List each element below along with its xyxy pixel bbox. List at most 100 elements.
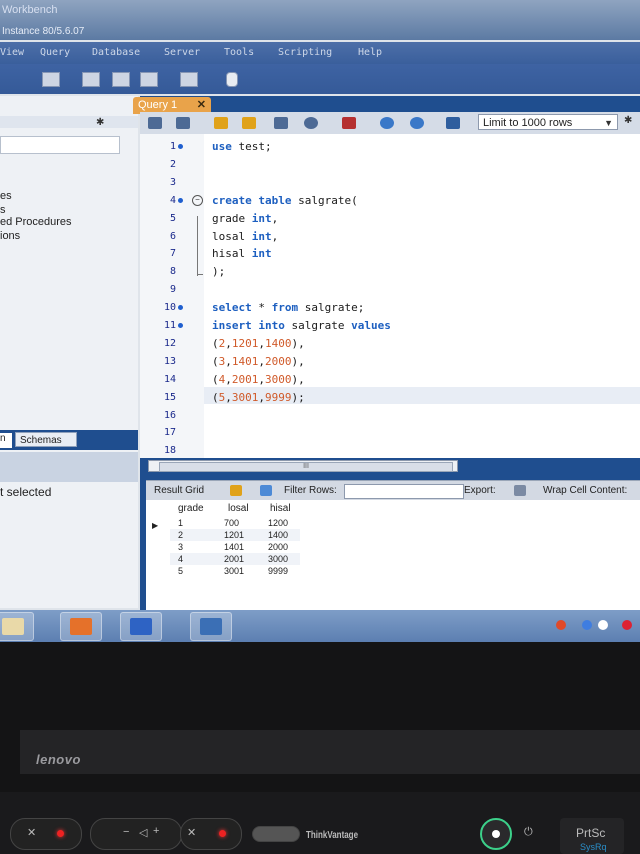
editor-line[interactable]: 2	[140, 156, 640, 173]
export-icon[interactable]	[514, 485, 526, 496]
execute-icon[interactable]	[214, 117, 228, 129]
editor-line[interactable]: 14 (4,2001,3000),	[140, 371, 640, 388]
editor-line[interactable]: 10 select * from salgrate;	[140, 299, 640, 316]
editor-line[interactable]: 12 (2,1201,1400),	[140, 335, 640, 352]
menu-server[interactable]: Server	[164, 47, 200, 58]
tree-item[interactable]: s	[0, 204, 6, 216]
explain-icon[interactable]	[274, 117, 288, 129]
menu-database[interactable]: Database	[92, 47, 140, 58]
save-icon[interactable]	[176, 117, 190, 129]
taskbar-explorer-button[interactable]	[0, 612, 34, 641]
fold-toggle-icon[interactable]: −	[192, 194, 203, 206]
beautify-icon[interactable]: ✱	[624, 115, 634, 129]
editor-line[interactable]: 6 losal int,	[140, 228, 640, 245]
table-icon[interactable]	[140, 72, 158, 87]
code-text: grade int,	[212, 210, 278, 227]
column-header-grade[interactable]: grade	[178, 503, 204, 514]
open-sql-icon[interactable]	[82, 72, 100, 87]
toggle-error-icon[interactable]	[342, 117, 356, 129]
table-cell[interactable]: 2000	[268, 542, 288, 552]
table-cell[interactable]: 3000	[268, 554, 288, 564]
stop-icon[interactable]	[304, 117, 318, 129]
table-cell[interactable]: 700	[224, 518, 239, 528]
tab-management[interactable]: n	[0, 433, 12, 448]
result-grid[interactable]: grade losal hisal ▶ 1 700 1200 2 1201 1400 3 14…	[146, 500, 640, 610]
menu-scripting[interactable]: Scripting	[278, 47, 332, 58]
power-button[interactable]	[480, 818, 512, 850]
grid-icon[interactable]	[230, 485, 242, 496]
statement-marker-icon	[178, 197, 183, 203]
menu-tools[interactable]: Tools	[224, 47, 254, 58]
schema-icon[interactable]	[112, 72, 130, 87]
commit-icon[interactable]	[380, 117, 394, 129]
tray-help-icon[interactable]	[598, 620, 608, 630]
thinkvantage-button[interactable]	[252, 826, 300, 842]
gear-icon[interactable]: ✱	[96, 117, 104, 128]
tree-item[interactable]: es	[0, 190, 12, 202]
rollback-icon[interactable]	[410, 117, 424, 129]
table-cell[interactable]: 2	[178, 530, 183, 540]
autocommit-icon[interactable]	[446, 117, 460, 129]
editor-line[interactable]: 15 (5,3001,9999);	[140, 389, 640, 406]
database-icon[interactable]	[226, 72, 238, 87]
scrollbar-thumb[interactable]: III	[159, 462, 453, 472]
table-cell[interactable]: 1401	[224, 542, 244, 552]
tab-schemas[interactable]: Schemas	[15, 432, 77, 447]
editor-horizontal-scrollbar[interactable]: III	[148, 460, 458, 472]
editor-line[interactable]: 4 − create table salgrate(	[140, 192, 640, 209]
column-header-losal[interactable]: losal	[228, 503, 249, 514]
mute-button[interactable]: ✕	[10, 818, 82, 850]
table-cell[interactable]: 3	[178, 542, 183, 552]
execute-statement-icon[interactable]	[242, 117, 256, 129]
table-cell[interactable]: 1201	[224, 530, 244, 540]
new-sql-tab-icon[interactable]	[42, 72, 60, 87]
table-cell[interactable]: 2001	[224, 554, 244, 564]
limit-rows-select[interactable]: Limit to 1000 rows ▼	[478, 114, 618, 130]
code-token: ,	[258, 390, 265, 404]
tray-network-icon[interactable]	[582, 620, 592, 630]
schema-search-input[interactable]	[0, 136, 120, 154]
tree-item[interactable]: ions	[0, 230, 20, 242]
menu-query[interactable]: Query	[40, 47, 70, 58]
taskbar-app-button[interactable]	[60, 612, 102, 641]
view-icon[interactable]	[180, 72, 198, 87]
editor-line[interactable]: 18	[140, 442, 640, 459]
editor-line[interactable]: 9	[140, 281, 640, 298]
editor-line[interactable]: 11 insert into salgrate values	[140, 317, 640, 334]
open-file-icon[interactable]	[148, 117, 162, 129]
main-toolbar	[0, 64, 640, 94]
mic-mute-button[interactable]: ✕	[180, 818, 242, 850]
sql-editor[interactable]: 1 use test; 2 3 4− create table salgrate(5 gra…	[140, 134, 640, 458]
table-cell[interactable]: 5	[178, 566, 183, 576]
volume-button[interactable]: − ◁ +	[90, 818, 182, 850]
refresh-icon[interactable]	[260, 485, 272, 496]
tree-item[interactable]: ed Procedures	[0, 216, 72, 228]
column-header-hisal[interactable]: hisal	[270, 503, 291, 514]
editor-line[interactable]: 17	[140, 424, 640, 441]
code-token: ),	[291, 336, 305, 350]
editor-line[interactable]: 13 (3,1401,2000),	[140, 353, 640, 370]
filter-rows-input[interactable]	[344, 484, 464, 499]
line-number: 16	[163, 409, 176, 421]
menu-view[interactable]: View	[0, 47, 24, 58]
taskbar-word-button[interactable]	[120, 612, 162, 641]
fold-end	[197, 274, 203, 275]
table-cell[interactable]: 9999	[268, 566, 288, 576]
prtsc-key[interactable]: PrtSc SysRq	[560, 818, 624, 854]
table-cell[interactable]: 1400	[268, 530, 288, 540]
editor-line[interactable]: 8);	[140, 263, 640, 280]
tray-alert-icon[interactable]	[622, 620, 632, 630]
table-cell[interactable]: 1200	[268, 518, 288, 528]
editor-line[interactable]: 7 hisal int	[140, 245, 640, 262]
editor-line[interactable]: 3	[140, 174, 640, 191]
editor-line[interactable]: 5 grade int,	[140, 210, 640, 227]
result-grid-tab[interactable]: Result Grid	[154, 485, 204, 496]
editor-line[interactable]: 16	[140, 407, 640, 424]
editor-line[interactable]: 1 use test;	[140, 138, 640, 155]
menu-help[interactable]: Help	[358, 47, 382, 58]
table-cell[interactable]: 1	[178, 518, 183, 528]
table-cell[interactable]: 4	[178, 554, 183, 564]
taskbar-workbench-button[interactable]	[190, 612, 232, 641]
tray-antivirus-icon[interactable]	[556, 620, 566, 630]
table-cell[interactable]: 3001	[224, 566, 244, 576]
